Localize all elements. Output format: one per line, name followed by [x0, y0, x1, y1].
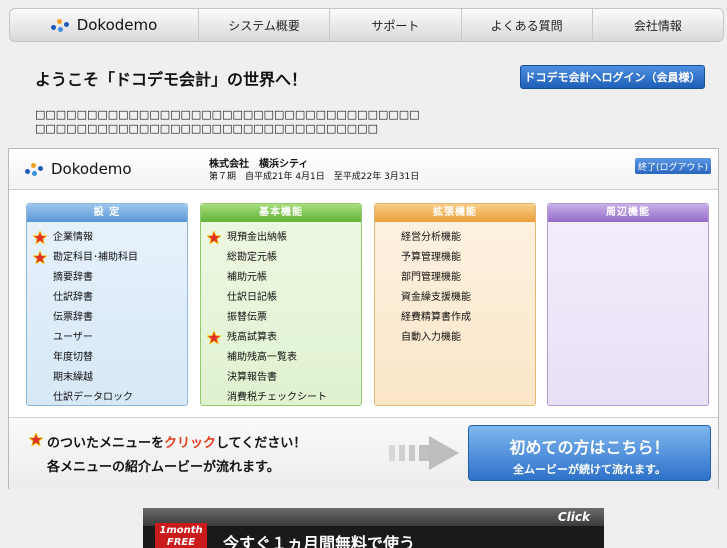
panel-basic-functions: 基本機能 現預金出納帳 総勘定元帳 補助元帳 仕訳日記帳 振替伝票 残高試算表 … [200, 203, 362, 406]
menu-item[interactable]: 経費精算書作成 [375, 308, 535, 328]
logout-button[interactable]: 終了(ログアウト) [635, 158, 711, 174]
menu-item[interactable]: 総勘定元帳 [201, 248, 361, 268]
app-logo-text: Dokodemo [51, 160, 132, 178]
panel-peripheral-functions: 周辺機能 [547, 203, 709, 406]
menu-item[interactable]: 残高試算表 [201, 328, 361, 348]
banner-click-label: Click [557, 510, 590, 524]
menu-item[interactable]: 消費税チェックシート [201, 388, 361, 408]
banner-top-bar [143, 508, 604, 526]
click-emphasis: クリック [164, 436, 217, 451]
fiscal-period: 第７期 自平成21年 4月1日 至平成22年 3月31日 [209, 172, 420, 182]
menu-item[interactable]: 資金繰支援機能 [375, 288, 535, 308]
top-nav: Dokodemo システム概要 サポート よくある質問 会社情報 [9, 8, 724, 42]
nav-logo[interactable]: Dokodemo [10, 9, 199, 41]
first-time-subtitle: 全ムービーが続けて流れます。 [513, 463, 666, 476]
app-logo: Dokodemo [25, 160, 132, 178]
menu-item[interactable]: 期末繰越 [27, 368, 187, 388]
menu-item[interactable]: 自動入力機能 [375, 328, 535, 348]
movie-guide-strip: のついたメニューをクリックしてください！ 各メニューの紹介ムービーが流れます。 … [9, 417, 718, 489]
menu-item[interactable]: 仕訳データロック [27, 388, 187, 408]
intro-line: □□□□□□□□□□□□□□□□□□□□□□□□□□□□□□□□□□□□□ [35, 108, 420, 121]
menu-item[interactable]: 伝票辞書 [27, 308, 187, 328]
panel-title: 基本機能 [201, 204, 361, 222]
tip-line-1: のついたメニューをクリックしてください！ [47, 436, 307, 451]
intro-text: □□□□□□□□□□□□□□□□□□□□□□□□□□□□□□□□□□□□□ □□□… [35, 108, 420, 136]
nav-item-company[interactable]: 会社情報 [593, 9, 723, 41]
page-headline: ようこそ「ドコデモ会計」の世界へ！ [35, 70, 308, 89]
panel-settings: 設 定 企業情報 勘定科目･補助科目 摘要辞書 仕訳辞書 伝票辞書 ユーザー 年… [26, 203, 188, 406]
star-icon [33, 251, 47, 264]
panel-extended-functions: 拡張機能 経営分析機能 予算管理機能 部門管理機能 資金繰支援機能 経費精算書作… [374, 203, 536, 406]
login-button[interactable]: ドコデモ会計へログイン（会員様） [520, 65, 705, 89]
nav-item-system-overview[interactable]: システム概要 [199, 9, 331, 41]
star-icon [207, 331, 221, 344]
banner-badge: 1month FREE [155, 523, 207, 548]
menu-item[interactable]: 年度切替 [27, 348, 187, 368]
nav-logo-text: Dokodemo [76, 16, 158, 34]
menu-item[interactable]: 予算管理機能 [375, 248, 535, 268]
logo-dots-icon [25, 161, 45, 177]
menu-item[interactable]: 部門管理機能 [375, 268, 535, 288]
first-time-button[interactable]: 初めての方はこちら！ 全ムービーが続けて流れます。 [468, 425, 711, 481]
menu-item[interactable]: 勘定科目･補助科目 [27, 248, 187, 268]
star-icon [207, 231, 221, 244]
menu-item[interactable]: 仕訳辞書 [27, 288, 187, 308]
menu-item[interactable]: 経営分析機能 [375, 228, 535, 248]
panel-title: 周辺機能 [548, 204, 708, 222]
panel-title: 拡張機能 [375, 204, 535, 222]
first-time-title: 初めての方はこちら！ [509, 438, 670, 457]
star-icon [29, 433, 43, 446]
logo-dots-icon [50, 17, 71, 33]
app-header: Dokodemo 株式会社 横浜シティ 第７期 自平成21年 4月1日 至平成2… [9, 149, 718, 190]
menu-item[interactable]: 現預金出納帳 [201, 228, 361, 248]
menu-item[interactable]: 摘要辞書 [27, 268, 187, 288]
panel-title: 設 定 [27, 204, 187, 222]
menu-item[interactable]: 企業情報 [27, 228, 187, 248]
menu-item[interactable]: 決算報告書 [201, 368, 361, 388]
app-preview: Dokodemo 株式会社 横浜シティ 第７期 自平成21年 4月1日 至平成2… [8, 148, 719, 489]
nav-item-support[interactable]: サポート [330, 9, 462, 41]
company-name: 株式会社 横浜シティ [209, 159, 309, 170]
menu-item[interactable]: 補助元帳 [201, 268, 361, 288]
nav-item-faq[interactable]: よくある質問 [462, 9, 593, 41]
tip-line-2: 各メニューの紹介ムービーが流れます。 [47, 460, 280, 475]
menu-item[interactable]: 補助残高一覧表 [201, 348, 361, 368]
menu-item[interactable]: 仕訳日記帳 [201, 288, 361, 308]
free-trial-banner[interactable]: Click 1month FREE 今すぐ１ヵ月間無料で使う [143, 508, 604, 548]
intro-line: □□□□□□□□□□□□□□□□□□□□□□□□□□□□□□□□□ [35, 122, 378, 135]
menu-item[interactable]: ユーザー [27, 328, 187, 348]
star-icon [33, 231, 47, 244]
menu-item[interactable]: 振替伝票 [201, 308, 361, 328]
arrow-right-icon [389, 436, 459, 470]
banner-text: 今すぐ１ヵ月間無料で使う [223, 534, 416, 548]
